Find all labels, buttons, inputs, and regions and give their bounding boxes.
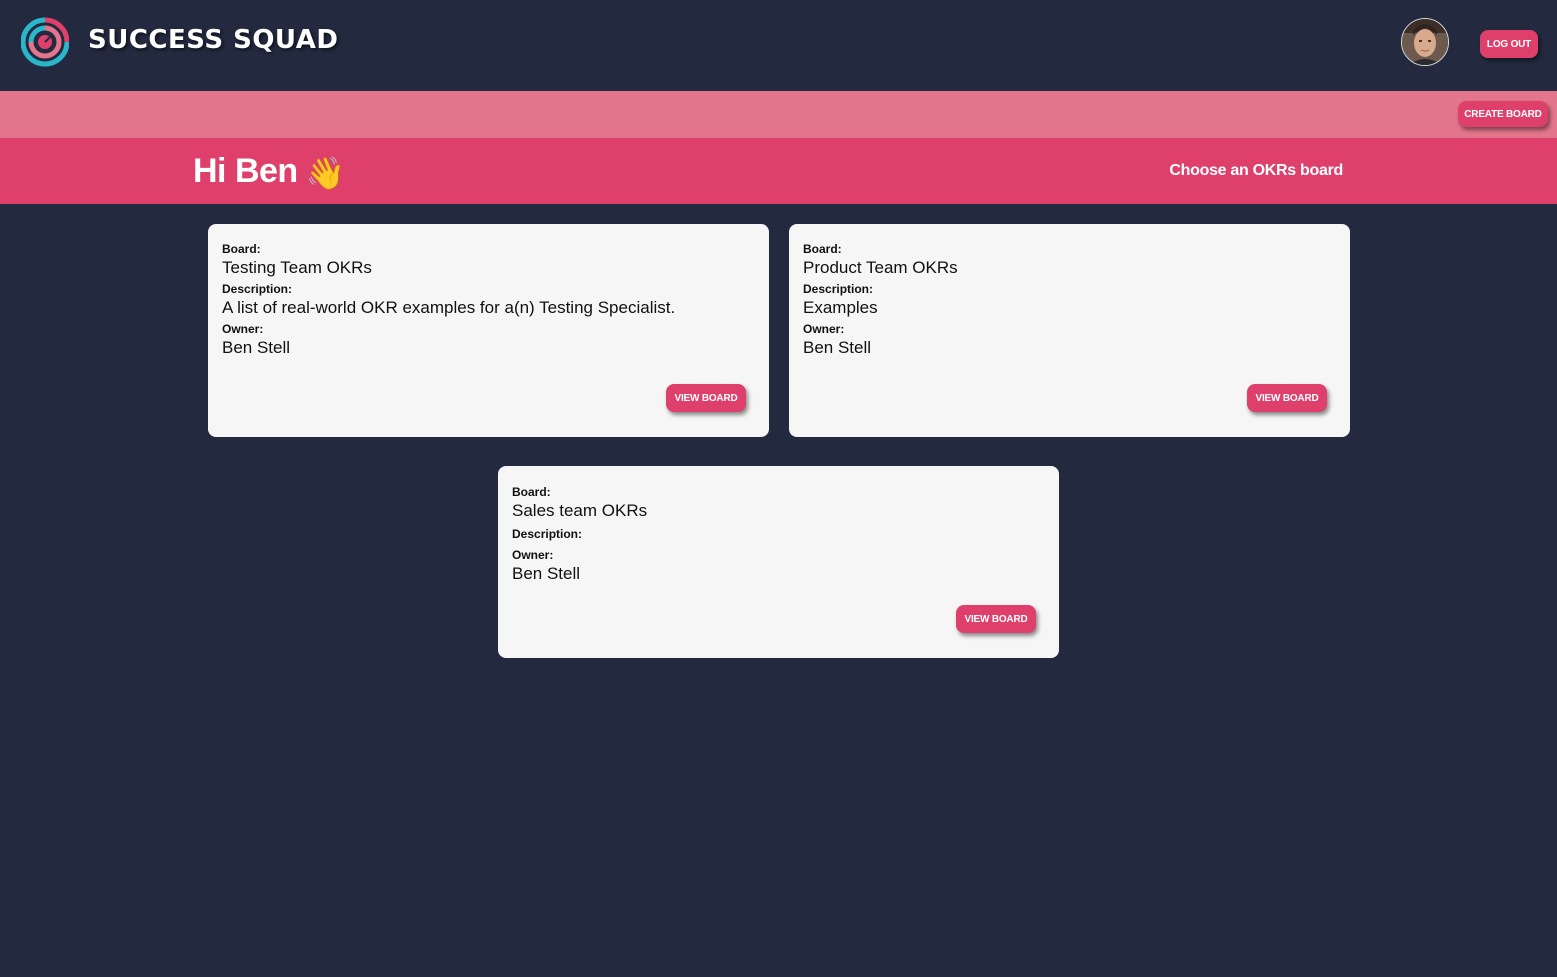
description-label: Description: — [222, 282, 293, 296]
view-board-button[interactable]: VIEW BOARD — [956, 605, 1036, 633]
success-squad-logo-icon[interactable] — [21, 17, 69, 67]
board-details: Board: Product Team OKRs Description: Ex… — [803, 242, 1336, 359]
view-board-button[interactable]: VIEW BOARD — [666, 384, 746, 412]
board-name: Sales team OKRs — [512, 501, 648, 520]
owner-label: Owner: — [803, 322, 845, 336]
user-avatar-icon — [1402, 19, 1448, 65]
page-subtitle: Choose an OKRs board — [1169, 162, 1343, 179]
board-details: Board: Sales team OKRs Description: Owne… — [512, 485, 1045, 585]
owner-label: Owner: — [222, 322, 264, 336]
user-avatar[interactable] — [1401, 18, 1449, 66]
board-label: Board: — [222, 242, 261, 256]
board-description: A list of real-world OKR examples for a(… — [222, 298, 676, 317]
description-label: Description: — [512, 527, 583, 541]
app-title[interactable]: SUCCESS SQUAD — [88, 25, 338, 55]
board-description: Examples — [803, 298, 878, 317]
board-owner: Ben Stell — [222, 338, 291, 357]
waving-hand-icon: 👋 — [305, 155, 346, 191]
description-label: Description: — [803, 282, 874, 296]
board-details: Board: Testing Team OKRs Description: A … — [222, 242, 755, 359]
greeting-heading: Hi Ben 👋 — [193, 152, 346, 192]
logout-button[interactable]: LOG OUT — [1480, 30, 1538, 58]
create-board-button[interactable]: CREATE BOARD — [1458, 101, 1548, 127]
board-card: Board: Product Team OKRs Description: Ex… — [789, 224, 1350, 437]
board-name: Testing Team OKRs — [222, 258, 372, 277]
board-card: Board: Sales team OKRs Description: Owne… — [498, 466, 1059, 658]
board-label: Board: — [512, 485, 551, 499]
owner-label: Owner: — [512, 548, 554, 562]
board-owner: Ben Stell — [803, 338, 872, 357]
board-label: Board: — [803, 242, 842, 256]
view-board-button[interactable]: VIEW BOARD — [1247, 384, 1327, 412]
greeting-text: Hi Ben — [193, 152, 298, 190]
action-toolbar — [0, 91, 1557, 138]
board-name: Product Team OKRs — [803, 258, 958, 277]
board-card: Board: Testing Team OKRs Description: A … — [208, 224, 769, 437]
board-owner: Ben Stell — [512, 564, 581, 583]
top-navbar: SUCCESS SQUAD LOG OUT — [0, 0, 1557, 91]
